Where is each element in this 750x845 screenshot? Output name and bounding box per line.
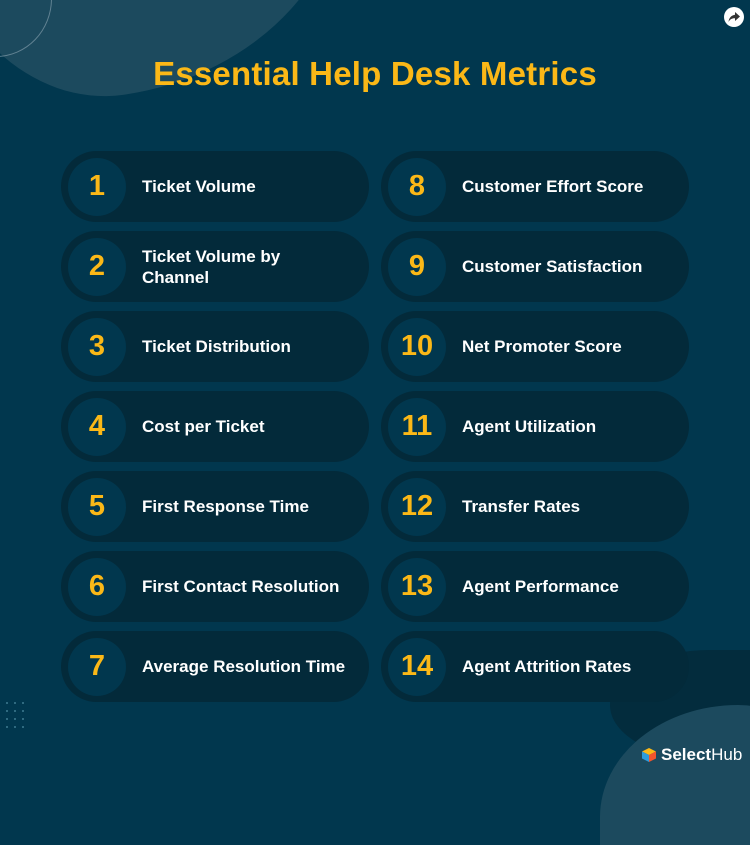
metric-item: 3 Ticket Distribution <box>61 311 369 382</box>
metric-number: 11 <box>388 397 446 456</box>
metric-number: 6 <box>68 557 126 616</box>
metric-item: 6 First Contact Resolution <box>61 551 369 622</box>
metric-item: 13 Agent Performance <box>381 551 689 622</box>
metric-number: 9 <box>388 237 446 296</box>
metric-number: 3 <box>68 317 126 376</box>
metric-item: 9 Customer Satisfaction <box>381 231 689 302</box>
metric-item: 5 First Response Time <box>61 471 369 542</box>
selecthub-cube-icon <box>642 748 656 762</box>
metric-number: 10 <box>388 317 446 376</box>
metric-number: 12 <box>388 477 446 536</box>
metric-label: Transfer Rates <box>462 497 581 516</box>
metric-item: 8 Customer Effort Score <box>381 151 689 222</box>
metric-label: First Response Time <box>142 497 309 516</box>
metrics-column-right: 8 Customer Effort Score 9 Customer Satis… <box>381 151 689 702</box>
metric-item: 10 Net Promoter Score <box>381 311 689 382</box>
metric-number: 13 <box>388 557 446 616</box>
metric-label: Ticket Volume <box>142 177 256 196</box>
metric-item: 4 Cost per Ticket <box>61 391 369 462</box>
metric-label: First Contact Resolution <box>142 577 340 596</box>
metric-number: 1 <box>68 157 126 216</box>
metric-item: 2 Ticket Volume by Channel <box>61 231 369 302</box>
brand-name: SelectHub <box>661 745 743 764</box>
metric-label: Ticket Distribution <box>142 337 291 356</box>
metric-number: 8 <box>388 157 446 216</box>
metric-label: Agent Attrition Rates <box>462 657 632 676</box>
metric-label: Net Promoter Score <box>462 337 622 356</box>
metric-label: Average Resolution Time <box>142 657 346 676</box>
metric-item: 14 Agent Attrition Rates <box>381 631 689 702</box>
decorative-dot-grid <box>6 702 24 728</box>
metric-item: 7 Average Resolution Time <box>61 631 369 702</box>
selecthub-logo: SelectHub <box>641 745 742 765</box>
metric-number: 14 <box>388 637 446 696</box>
metric-number: 5 <box>68 477 126 536</box>
metric-label: Customer Effort Score <box>462 177 644 196</box>
metric-number: 4 <box>68 397 126 456</box>
metric-number: 7 <box>68 637 126 696</box>
metric-label: Agent Performance <box>462 577 619 596</box>
metric-label: Ticket Volume by Channel <box>142 246 281 287</box>
metric-label: Cost per Ticket <box>142 417 265 436</box>
metrics-column-left: 1 Ticket Volume 2 Ticket Volume by Chann… <box>61 151 369 702</box>
share-icon <box>728 11 740 22</box>
metric-item: 1 Ticket Volume <box>61 151 369 222</box>
metric-label: Customer Satisfaction <box>462 257 643 276</box>
metric-number: 2 <box>68 237 126 296</box>
metric-item: 12 Transfer Rates <box>381 471 689 542</box>
metric-item: 11 Agent Utilization <box>381 391 689 462</box>
metric-label: Agent Utilization <box>462 417 597 436</box>
page-title: Essential Help Desk Metrics <box>153 55 597 92</box>
share-button[interactable] <box>724 7 744 27</box>
